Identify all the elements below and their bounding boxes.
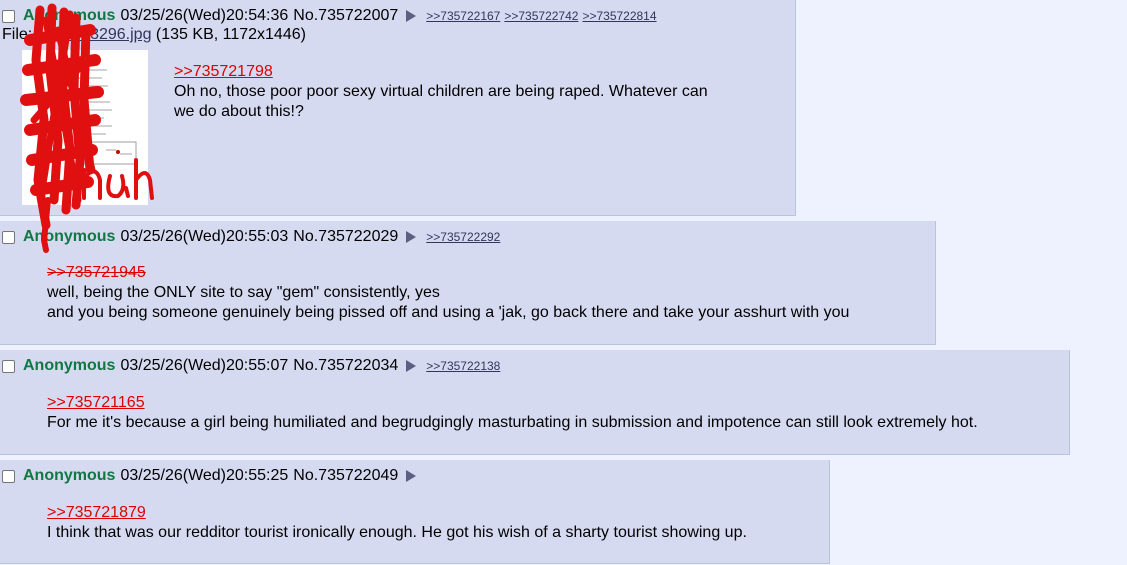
post-menu-arrow-icon[interactable]: [406, 470, 417, 482]
poster-name: Anonymous: [23, 228, 116, 245]
message-line: For me it's because a girl being humilia…: [47, 414, 978, 431]
post-number[interactable]: No.735722034: [293, 356, 398, 376]
message-line: well, being the ONLY site to say "gem" c…: [47, 284, 440, 301]
post-message: >>735721798 Oh no, those poor poor sexy …: [174, 62, 708, 122]
reply-post: Anonymous 03/25/26(Wed)20:54:36 No.73572…: [0, 0, 796, 216]
file-details: (135 KB, 1172x1446): [155, 26, 306, 43]
select-checkbox[interactable]: [2, 469, 15, 483]
post-number[interactable]: No.735722007: [293, 6, 398, 26]
post-number[interactable]: No.735722029: [293, 227, 398, 247]
file-info: File: 1068063296.jpg (135 KB, 1172x1446): [2, 25, 306, 45]
message-line: I think that was our redditor tourist ir…: [47, 524, 747, 541]
backlink[interactable]: >>735722814: [582, 6, 656, 26]
post-datetime: 03/25/26(Wed)20:55:07: [120, 357, 289, 374]
dead-quote-link[interactable]: >>735721945: [47, 263, 849, 283]
backlink[interactable]: >>735722167: [426, 6, 500, 26]
post-message: >>735721165 For me it's because a girl b…: [47, 393, 978, 433]
message-line: Oh no, those poor poor sexy virtual chil…: [174, 83, 708, 100]
reply-post: Anonymous 03/25/26(Wed)20:55:03 No.73572…: [0, 221, 936, 345]
select-checkbox[interactable]: [2, 359, 15, 373]
post-datetime: 03/25/26(Wed)20:54:36: [120, 7, 289, 24]
post-menu-arrow-icon[interactable]: [406, 10, 417, 22]
backlink[interactable]: >>735722742: [504, 6, 578, 26]
select-checkbox[interactable]: [2, 9, 15, 23]
post-message: >>735721879 I think that was our reddito…: [47, 503, 747, 543]
post-menu-arrow-icon[interactable]: [406, 360, 417, 372]
post-info: Anonymous 03/25/26(Wed)20:55:25 No.73572…: [2, 466, 426, 486]
file-link[interactable]: 1068063296.jpg: [37, 26, 152, 43]
backlink[interactable]: >>735722292: [426, 227, 500, 247]
reply-post: Anonymous 03/25/26(Wed)20:55:07 No.73572…: [0, 350, 1070, 455]
quote-link[interactable]: >>735721165: [47, 393, 978, 413]
file-thumbnail[interactable]: [22, 50, 148, 205]
quote-link[interactable]: >>735721798: [174, 62, 708, 82]
backlink[interactable]: >>735722138: [426, 356, 500, 376]
message-line: we do about this!?: [174, 103, 304, 120]
quote-link[interactable]: >>735721879: [47, 503, 747, 523]
post-info: Anonymous 03/25/26(Wed)20:54:36 No.73572…: [2, 6, 661, 26]
thumbnail-drawing: [22, 50, 148, 205]
poster-name: Anonymous: [23, 7, 116, 24]
file-prefix: File:: [2, 26, 33, 43]
post-info: Anonymous 03/25/26(Wed)20:55:07 No.73572…: [2, 356, 504, 376]
post-datetime: 03/25/26(Wed)20:55:25: [120, 467, 289, 484]
post-number[interactable]: No.735722049: [293, 466, 398, 486]
message-line: and you being someone genuinely being pi…: [47, 304, 850, 321]
post-info: Anonymous 03/25/26(Wed)20:55:03 No.73572…: [2, 227, 504, 247]
post-datetime: 03/25/26(Wed)20:55:03: [120, 228, 289, 245]
poster-name: Anonymous: [23, 357, 116, 374]
post-menu-arrow-icon[interactable]: [406, 231, 417, 243]
select-checkbox[interactable]: [2, 230, 15, 244]
poster-name: Anonymous: [23, 467, 116, 484]
reply-post: Anonymous 03/25/26(Wed)20:55:25 No.73572…: [0, 460, 830, 564]
post-message: >>735721945 well, being the ONLY site to…: [47, 263, 849, 323]
